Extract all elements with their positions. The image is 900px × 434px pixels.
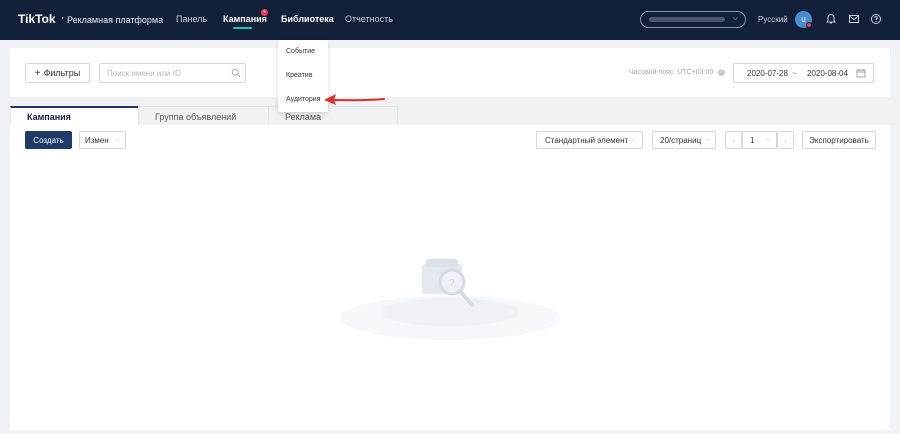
menu-item-creative[interactable]: Креатив — [286, 72, 312, 79]
view-select-value: Стандартный элемент — [545, 135, 629, 145]
tab-ad-group[interactable]: Группа объявлений — [138, 106, 269, 126]
info-icon[interactable]: ? — [718, 69, 725, 76]
nav-library[interactable]: Библиотека — [281, 14, 334, 24]
export-button[interactable]: Экспортировать — [802, 131, 876, 149]
language-switcher[interactable]: Русский — [758, 15, 788, 24]
filters-button-label: Фильтры — [43, 68, 81, 78]
nav-reporting[interactable]: Отчетность — [345, 14, 393, 24]
date-range-picker[interactable]: 2020-07-28 ~ 2020-08-04 — [733, 63, 874, 83]
account-selector[interactable]: ⌵ — [640, 11, 746, 28]
date-separator: ~ — [792, 69, 797, 78]
search-icon[interactable] — [231, 68, 241, 78]
campaign-badge: + — [261, 9, 268, 16]
chevron-down-icon: ⌵ — [705, 136, 711, 143]
filters-button[interactable]: + Фильтры — [25, 63, 90, 83]
create-button[interactable]: Создать — [25, 131, 72, 149]
tab-campaign[interactable]: Кампания — [10, 106, 139, 126]
chevron-down-icon: ⌵ — [629, 136, 635, 143]
edit-dropdown-label: Измен — [84, 135, 109, 145]
notification-dot — [806, 22, 812, 28]
menu-item-audience[interactable]: Аудитория — [286, 96, 320, 103]
menu-item-event[interactable]: Событие — [286, 48, 315, 55]
red-arrow-annotation — [324, 94, 385, 105]
empty-state-icon: ? — [340, 259, 560, 340]
timezone-label: Часовой пояс: UTC+03:00 — [629, 69, 714, 76]
prev-page-button[interactable]: ‹ — [725, 131, 742, 149]
help-icon[interactable] — [870, 13, 882, 25]
search-input[interactable] — [99, 63, 246, 83]
nav-campaign[interactable]: Кампания — [223, 14, 267, 24]
date-end[interactable]: 2020-08-04 — [807, 69, 848, 78]
platform-name: Рекламная платформа — [67, 15, 164, 25]
page-number-value: 1 — [750, 135, 755, 145]
plus-icon: + — [34, 67, 41, 79]
chevron-down-icon: ⌵ — [765, 136, 771, 143]
top-navigation-bar: TikTok · Рекламная платформа Панель Камп… — [0, 0, 900, 40]
account-name-redacted — [649, 17, 725, 22]
tab-ad-group-label: Группа объявлений — [155, 111, 237, 122]
tab-ad-label: Реклама — [285, 111, 322, 122]
svg-text:?: ? — [449, 278, 455, 289]
bell-icon[interactable] — [825, 13, 837, 25]
tab-campaign-label: Кампания — [27, 112, 71, 122]
page-size-select[interactable]: 20/страниц ⌵ — [652, 131, 716, 149]
date-start[interactable]: 2020-07-28 — [747, 69, 788, 78]
nav-dashboard[interactable]: Панель — [176, 14, 207, 24]
mail-icon[interactable] — [848, 13, 860, 25]
tiktok-logo[interactable]: TikTok — [18, 12, 56, 26]
logo-separator: · — [61, 12, 65, 24]
calendar-icon[interactable] — [856, 68, 866, 78]
chevron-down-icon: ⌵ — [114, 136, 121, 143]
edit-dropdown[interactable]: Измен ⌵ — [79, 131, 126, 149]
page-number-select[interactable]: 1 ⌵ — [742, 131, 777, 149]
next-page-button[interactable]: › — [777, 131, 794, 149]
page-size-value: 20/страниц — [660, 135, 702, 145]
chevron-down-icon: ⌵ — [732, 15, 738, 22]
library-dropdown-menu: Событие Креатив Аудитория — [278, 40, 328, 112]
view-select[interactable]: Стандартный элемент ⌵ — [536, 131, 643, 149]
nav-active-indicator — [233, 27, 252, 29]
